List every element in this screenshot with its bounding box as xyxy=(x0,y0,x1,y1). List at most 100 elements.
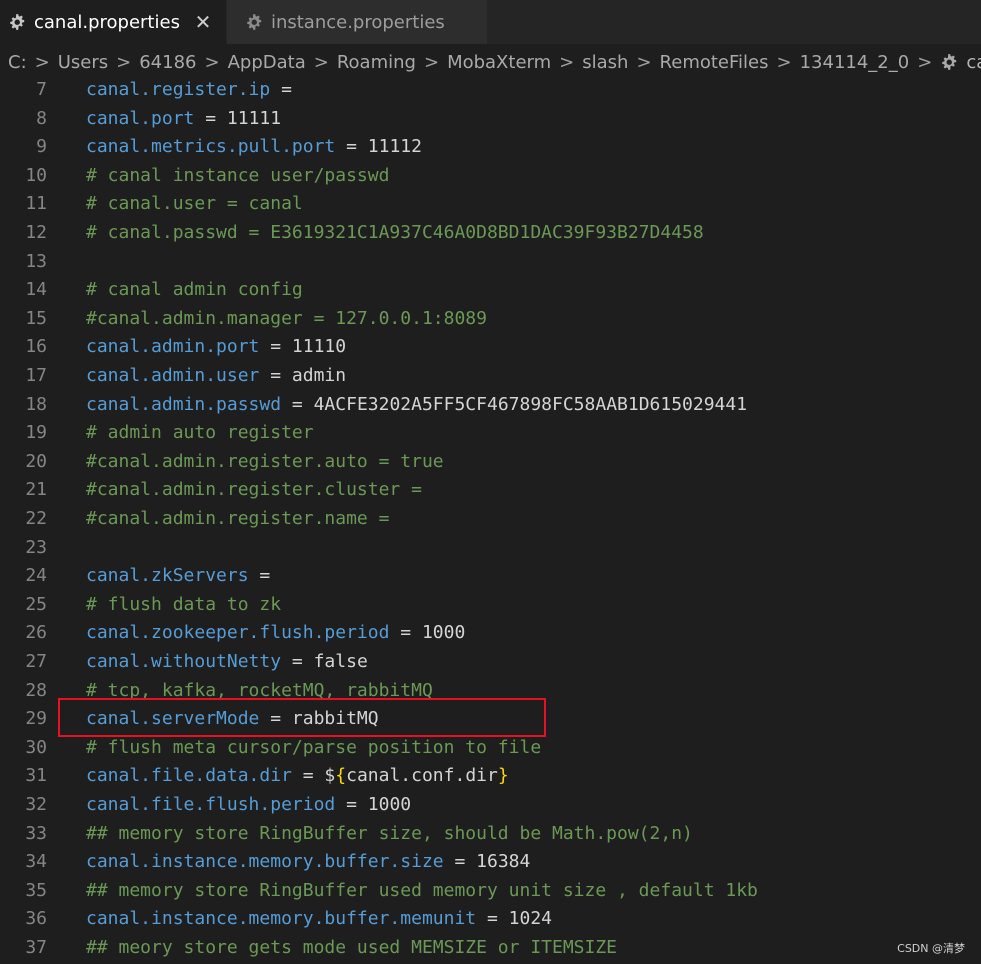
line-code: #canal.admin.register.cluster = xyxy=(86,476,422,505)
property-key: canal.metrics.pull.port xyxy=(86,136,336,158)
gear-icon xyxy=(940,52,958,72)
comment-text: #canal.admin.manager = 127.0.0.1:8089 xyxy=(86,307,487,329)
property-key: canal.admin.user xyxy=(86,365,260,386)
code-line[interactable]: 14 # canal admin config xyxy=(0,276,981,305)
property-key: canal.file.flush.period xyxy=(86,794,336,815)
breadcrumb-item[interactable]: AppData xyxy=(220,52,306,73)
gear-icon xyxy=(6,11,28,33)
tab-instance-properties[interactable]: instance.properties xyxy=(226,0,488,44)
line-code: #canal.admin.register.auto = true xyxy=(86,448,444,477)
tab-label: canal.properties xyxy=(34,11,180,33)
code-line[interactable]: 21 #canal.admin.register.cluster = xyxy=(0,476,981,505)
code-line[interactable]: 16 canal.admin.port = 11110 xyxy=(0,333,981,362)
code-line[interactable]: 17 canal.admin.user = admin xyxy=(0,362,981,391)
line-number: 26 xyxy=(25,622,47,644)
property-key: canal.admin.port xyxy=(86,336,260,358)
brace: } xyxy=(497,765,509,787)
line-code: canal.zkServers = xyxy=(86,562,270,591)
line-number: 34 xyxy=(25,851,47,873)
property-value: 4ACFE3202A5FF5CF467898FC58AAB1D615029441 xyxy=(313,393,748,415)
comment-text: # flush meta cursor/parse position to fi… xyxy=(86,736,542,758)
comment-text: # flush data to zk xyxy=(86,593,282,615)
property-value: 1024 xyxy=(508,908,553,930)
line-number: 27 xyxy=(25,651,47,672)
breadcrumb-separator: > xyxy=(34,51,50,73)
line-code: canal.zookeeper.flush.period = 1000 xyxy=(86,619,465,648)
line-number: 22 xyxy=(25,508,47,529)
breadcrumb-item[interactable]: 134114_2_0 xyxy=(792,52,910,73)
breadcrumb-item[interactable]: canal.proper xyxy=(958,52,981,73)
breadcrumb-separator: > xyxy=(116,51,132,73)
code-line[interactable]: 12 # canal.passwd = E3619321C1A937C46A0D8… xyxy=(0,219,981,248)
code-line[interactable]: 25 # flush data to zk xyxy=(0,591,981,620)
code-line[interactable]: 20 #canal.admin.register.auto = true xyxy=(0,448,981,477)
code-line[interactable]: 9 canal.metrics.pull.port = 11112 xyxy=(0,133,981,162)
code-line[interactable]: 23 xyxy=(0,534,981,563)
code-editor[interactable]: 7 canal.register.ip = 8 canal.port = 11111 9… xyxy=(0,76,981,964)
breadcrumb-item[interactable]: RemoteFiles xyxy=(652,52,769,73)
code-line[interactable]: 36 canal.instance.memory.buffer.memunit =… xyxy=(0,905,981,934)
breadcrumb-item[interactable]: 64186 xyxy=(131,52,196,73)
line-number: 20 xyxy=(25,450,47,472)
property-value: 11111 xyxy=(226,107,282,129)
code-line[interactable]: 35 ## memory store RingBuffer used memory… xyxy=(0,877,981,906)
property-key: canal.file.data.dir xyxy=(86,765,292,787)
line-number: 33 xyxy=(25,822,47,844)
line-number: 9 xyxy=(36,136,47,158)
comment-text: #canal.admin.register.cluster = xyxy=(86,479,422,501)
line-number: 24 xyxy=(25,565,47,587)
breadcrumb-item[interactable]: C: xyxy=(0,52,27,73)
code-line[interactable]: 7 canal.register.ip = xyxy=(0,76,981,105)
property-key: canal.register.ip xyxy=(86,79,271,100)
comment-text: # canal.passwd = E3619321C1A937C46A0D8BD… xyxy=(86,222,704,243)
breadcrumb-item[interactable]: Users xyxy=(50,52,108,73)
line-code: canal.admin.port = 11110 xyxy=(86,333,346,362)
breadcrumb-item[interactable]: slash xyxy=(574,52,628,73)
code-line[interactable]: 18 canal.admin.passwd = 4ACFE3202A5FF5CF4… xyxy=(0,391,981,420)
property-value: 1000 xyxy=(367,794,412,815)
code-line[interactable]: 15 #canal.admin.manager = 127.0.0.1:8089 xyxy=(0,305,981,334)
equals-sign: = xyxy=(281,393,314,415)
line-code: canal.withoutNetty = false xyxy=(86,648,368,677)
code-line[interactable]: 27 canal.withoutNetty = false xyxy=(0,648,981,677)
gear-icon xyxy=(243,11,265,33)
line-number: 25 xyxy=(25,593,47,615)
code-line[interactable]: 33 ## memory store RingBuffer size, shoul… xyxy=(0,820,981,849)
code-line[interactable]: 11 # canal.user = canal xyxy=(0,190,981,219)
code-line[interactable]: 32 canal.file.flush.period = 1000 xyxy=(0,791,981,820)
code-line[interactable]: 26 canal.zookeeper.flush.period = 1000 xyxy=(0,619,981,648)
code-line[interactable]: 24 canal.zkServers = xyxy=(0,562,981,591)
property-value: 11110 xyxy=(291,336,347,358)
close-icon[interactable]: ✕ xyxy=(194,10,212,34)
breadcrumb: C: > Users > 64186 > AppData > Roaming >… xyxy=(0,44,981,80)
breadcrumb-item[interactable]: MobaXterm xyxy=(439,52,551,73)
code-line[interactable]: 34 canal.instance.memory.buffer.size = 16… xyxy=(0,848,981,877)
property-value: 11112 xyxy=(367,136,422,158)
line-number: 14 xyxy=(25,279,47,301)
code-line[interactable]: 30 # flush meta cursor/parse position to … xyxy=(0,734,981,763)
line-number: 28 xyxy=(25,679,47,701)
breadcrumb-item[interactable]: Roaming xyxy=(329,52,416,73)
breadcrumb-separator: > xyxy=(917,51,933,73)
comment-text: ## memory store RingBuffer used memory u… xyxy=(86,879,758,901)
line-number: 10 xyxy=(25,164,47,186)
code-line[interactable]: 8 canal.port = 11111 xyxy=(0,105,981,134)
code-line[interactable]: 22 #canal.admin.register.name = xyxy=(0,505,981,534)
code-line[interactable]: 10 # canal instance user/passwd xyxy=(0,162,981,191)
line-number: 13 xyxy=(25,250,47,272)
code-line[interactable]: 31 canal.file.data.dir = ${canal.conf.dir… xyxy=(0,762,981,791)
tab-label: instance.properties xyxy=(270,11,445,33)
line-code: canal.port = 11111 xyxy=(86,105,281,134)
line-number: 15 xyxy=(25,307,47,329)
line-code: canal.file.flush.period = 1000 xyxy=(86,791,411,820)
line-number: 8 xyxy=(36,107,47,129)
code-line[interactable]: 19 # admin auto register xyxy=(0,419,981,448)
line-code: # flush meta cursor/parse position to fi… xyxy=(86,734,541,763)
line-number: 7 xyxy=(36,79,47,100)
code-line[interactable]: 13 xyxy=(0,248,981,277)
watermark: CSDN @清梦 xyxy=(897,942,965,955)
tab-canal-properties[interactable]: canal.properties ✕ xyxy=(0,0,227,44)
brace: { xyxy=(335,765,347,787)
code-line[interactable]: 37 ## meory store gets mode used MEMSIZE … xyxy=(0,934,981,963)
line-number: 21 xyxy=(25,479,47,501)
